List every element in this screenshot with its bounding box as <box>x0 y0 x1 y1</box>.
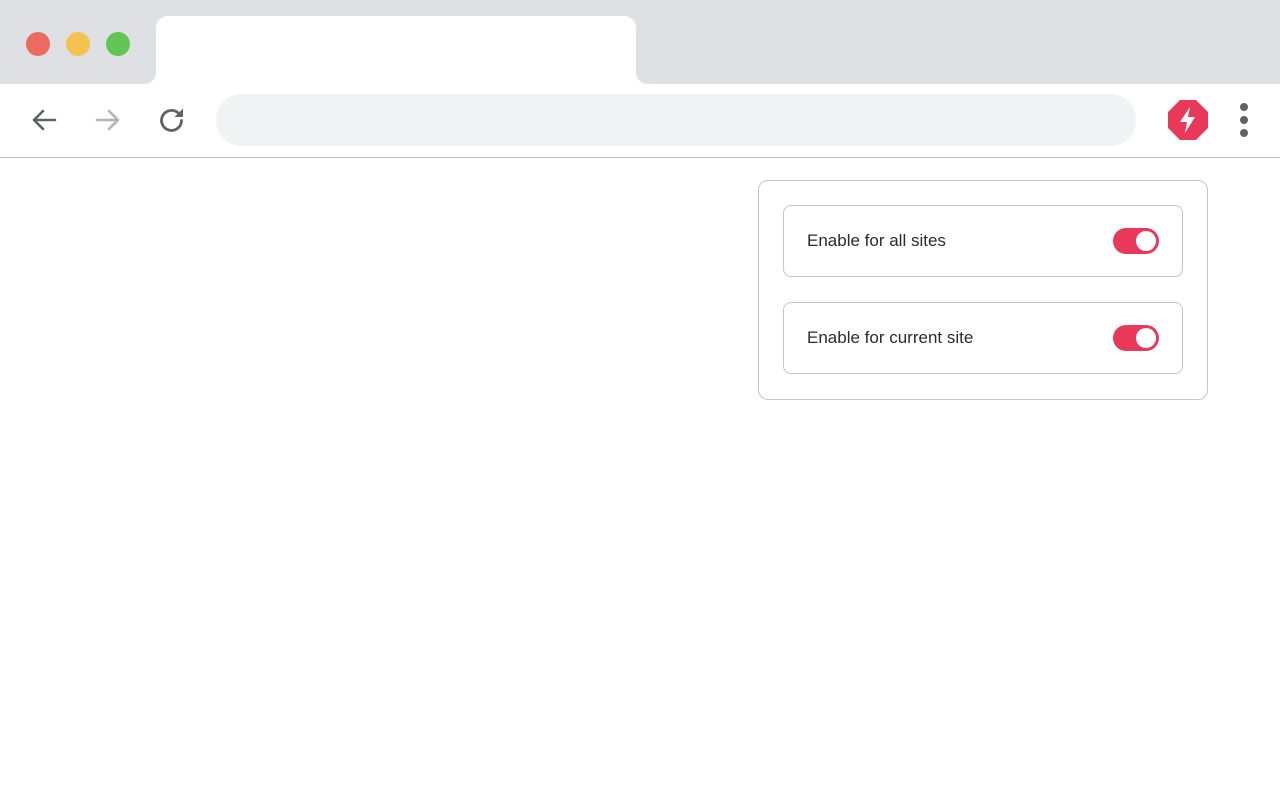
browser-toolbar <box>0 84 1280 158</box>
reload-button[interactable] <box>152 100 192 140</box>
forward-button[interactable] <box>88 100 128 140</box>
arrow-right-icon <box>95 109 120 131</box>
option-current-site: Enable for current site <box>783 302 1183 374</box>
toggle-all-sites[interactable] <box>1113 228 1159 254</box>
maximize-window-button[interactable] <box>106 32 130 56</box>
extension-popup: Enable for all sites Enable for current … <box>758 180 1208 400</box>
reload-icon <box>160 108 183 132</box>
toggle-knob <box>1136 328 1156 348</box>
option-label-current-site: Enable for current site <box>807 328 974 347</box>
option-all-sites: Enable for all sites <box>783 205 1183 277</box>
back-button[interactable] <box>24 100 64 140</box>
extension-button[interactable] <box>1166 98 1210 142</box>
toggle-current-site[interactable] <box>1113 325 1159 351</box>
browser-window: Enable for all sites Enable for current … <box>0 0 1280 800</box>
lightning-stop-icon <box>1168 100 1208 140</box>
arrow-left-icon <box>32 109 57 131</box>
browser-menu-button[interactable] <box>1228 100 1260 140</box>
address-bar[interactable] <box>216 94 1136 146</box>
close-window-button[interactable] <box>26 32 50 56</box>
toggle-knob <box>1136 231 1156 251</box>
option-label-all-sites: Enable for all sites <box>807 231 946 250</box>
kebab-menu-icon <box>1240 103 1248 137</box>
active-tab[interactable] <box>144 16 648 84</box>
tab-strip <box>0 0 1280 84</box>
minimize-window-button[interactable] <box>66 32 90 56</box>
